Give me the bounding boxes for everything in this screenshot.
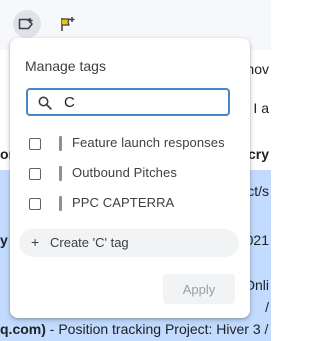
tag-label: Outbound Pitches bbox=[72, 165, 177, 180]
tag-checkbox[interactable] bbox=[29, 198, 41, 210]
tag-option[interactable]: Feature launch responses bbox=[10, 129, 250, 159]
dialog-title: Manage tags bbox=[25, 58, 106, 74]
list-item-snippet: I a bbox=[253, 100, 269, 116]
list-item[interactable]: q.com) - Position tracking Project: Hive… bbox=[0, 318, 271, 341]
tag-color-icon bbox=[59, 196, 62, 211]
list-item-subject: cry bbox=[247, 146, 269, 162]
list-item-snippet: - Position tracking Project: Hiver 3 / bbox=[45, 321, 269, 337]
tag-checkbox[interactable] bbox=[29, 138, 41, 150]
search-icon bbox=[38, 96, 52, 115]
tag-option[interactable]: PPC CAPTERRA bbox=[10, 189, 250, 219]
tag-search-input[interactable] bbox=[64, 92, 214, 112]
list-item-snippet: / bbox=[265, 299, 269, 315]
plus-icon: + bbox=[31, 234, 40, 250]
label-add-icon[interactable] bbox=[13, 10, 41, 38]
create-tag-button[interactable]: + Create 'C' tag bbox=[19, 229, 239, 257]
list-item-sender: q.com) bbox=[0, 321, 46, 337]
tag-label: PPC CAPTERRA bbox=[72, 195, 175, 210]
tag-label: Feature launch responses bbox=[72, 135, 225, 150]
create-tag-label: Create 'C' tag bbox=[50, 235, 129, 250]
tag-color-icon bbox=[59, 136, 62, 151]
flag-add-icon[interactable] bbox=[54, 10, 82, 38]
tag-search-box[interactable] bbox=[26, 88, 230, 116]
manage-tags-dialog: Manage tags Feature launch responses Out… bbox=[10, 38, 250, 318]
tag-color-icon bbox=[59, 166, 62, 181]
tag-option[interactable]: Outbound Pitches bbox=[10, 159, 250, 189]
list-item-sender: y bbox=[0, 232, 8, 248]
tag-checkbox[interactable] bbox=[29, 168, 41, 180]
apply-button[interactable]: Apply bbox=[163, 274, 235, 304]
list-item-snippet: ct/s bbox=[247, 183, 269, 199]
tag-list: Feature launch responses Outbound Pitche… bbox=[10, 129, 250, 219]
